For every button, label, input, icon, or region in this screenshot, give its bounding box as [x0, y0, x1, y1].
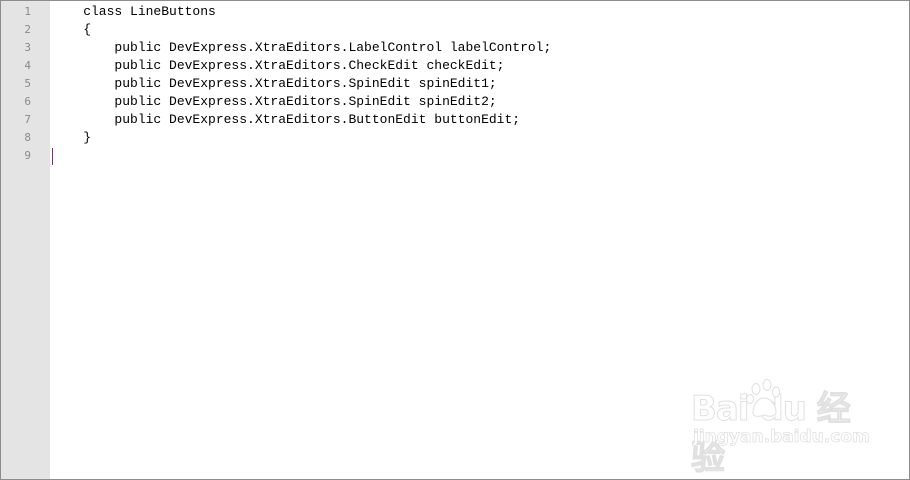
code-line[interactable]: public DevExpress.XtraEditors.ButtonEdit… — [52, 111, 520, 129]
code-editor[interactable]: 1 2 3 4 5 6 7 8 9 class LineButtons { pu… — [0, 0, 910, 480]
code-line[interactable]: { — [52, 21, 91, 39]
code-line[interactable]: } — [52, 129, 91, 147]
line-number: 1 — [24, 5, 31, 18]
line-number: 3 — [24, 41, 31, 54]
baidu-paw-icon — [746, 379, 780, 417]
line-number: 6 — [24, 95, 31, 108]
code-line[interactable]: public DevExpress.XtraEditors.LabelContr… — [52, 39, 551, 57]
line-number-gutter: 1 2 3 4 5 6 7 8 9 — [1, 1, 50, 479]
code-line[interactable]: public DevExpress.XtraEditors.SpinEdit s… — [52, 93, 496, 111]
code-line[interactable]: public DevExpress.XtraEditors.CheckEdit … — [52, 57, 504, 75]
code-line[interactable]: public DevExpress.XtraEditors.SpinEdit s… — [52, 75, 496, 93]
code-line[interactable]: class LineButtons — [52, 3, 216, 21]
line-number: 8 — [24, 131, 31, 144]
baidu-jingyan-watermark: Bai du 经验 jingyan.baidu.com — [691, 379, 870, 479]
line-number: 7 — [24, 113, 31, 126]
line-number: 5 — [24, 77, 31, 90]
line-number: 9 — [24, 149, 31, 162]
line-number: 2 — [24, 23, 31, 36]
watermark-url: jingyan.baidu.com — [693, 427, 871, 448]
line-number: 4 — [24, 59, 31, 72]
text-caret — [52, 148, 53, 165]
